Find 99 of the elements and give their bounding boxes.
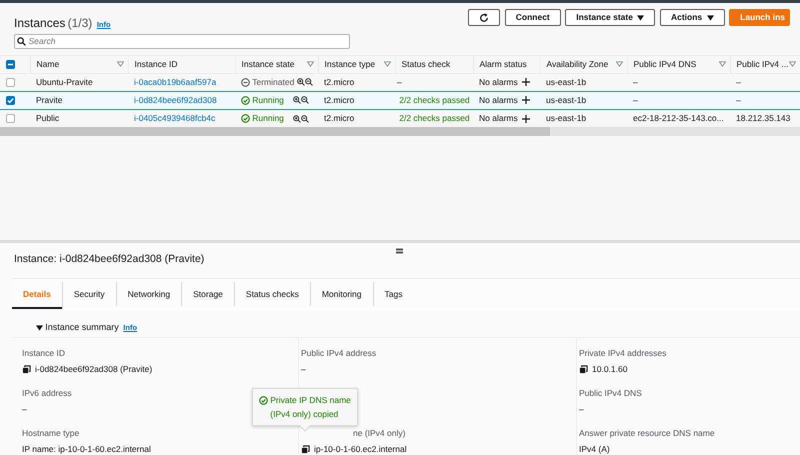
dropdown-button[interactable]: Instance state <box>565 9 656 26</box>
zoom-in-icon[interactable] <box>292 114 300 122</box>
copy-icon[interactable] <box>579 364 588 374</box>
sort-icon[interactable] <box>718 61 726 68</box>
table-cell: 18.212.35.143 <box>736 113 790 124</box>
column-header[interactable]: Status check <box>402 58 450 71</box>
column-header[interactable]: Name <box>36 58 60 71</box>
column-header[interactable]: Alarm status <box>480 58 527 71</box>
search-field[interactable]: Search <box>14 34 350 49</box>
column-header[interactable]: Instance ID <box>134 58 178 71</box>
refresh-button[interactable] <box>468 9 500 26</box>
caret-icon <box>706 14 714 20</box>
sort-icon[interactable] <box>384 61 390 68</box>
table-cell: – <box>633 76 638 87</box>
table-cell: Pravite <box>36 94 62 105</box>
dropdown-button[interactable]: Actions <box>660 9 725 26</box>
table-cell: – <box>736 94 741 105</box>
field-value: IP name: ip-10-0-1-60.ec2.internal <box>22 443 151 455</box>
field-value: IPv4 (A) <box>579 443 610 455</box>
table-cell: us-east-1b <box>546 94 586 105</box>
field-value: – <box>22 403 27 416</box>
copy-icon[interactable] <box>301 444 310 454</box>
zoom-out-icon[interactable] <box>304 78 313 86</box>
caret-icon <box>637 14 644 20</box>
add-icon[interactable] <box>522 114 530 122</box>
status-text: Terminated <box>252 76 294 89</box>
table-cell: No alarms <box>479 76 518 89</box>
row-checkbox[interactable] <box>6 96 15 106</box>
tab[interactable]: Networking <box>116 282 182 306</box>
table-cell: t2.micro <box>324 94 354 105</box>
row-checkbox[interactable] <box>6 114 15 124</box>
tab[interactable]: Status checks <box>234 282 311 306</box>
field-value: 10.0.1.60 <box>592 363 628 376</box>
checkmark-icon <box>6 96 15 106</box>
column-header[interactable]: Instance state <box>242 58 294 71</box>
field-label: IPv6 address <box>22 387 72 400</box>
add-icon[interactable] <box>522 78 530 86</box>
field-label: Answer private resource DNS name <box>579 427 715 440</box>
horizontal-scrollbar[interactable] <box>0 127 800 136</box>
instance-id-link[interactable]: i-0aca0b19b6aaf597a <box>134 76 216 87</box>
sort-icon[interactable] <box>788 61 796 68</box>
column-header[interactable]: Public IPv4 ... <box>736 58 788 71</box>
field-label: Hostname type <box>22 427 80 440</box>
tab[interactable]: Storage <box>182 282 235 306</box>
table-cell: t2.micro <box>324 113 354 124</box>
column-header[interactable]: Availability Zone <box>546 58 608 71</box>
tab[interactable]: Security <box>62 282 117 306</box>
details-title: Instance: i-0d824bee6f92ad308 (Pravite) <box>14 252 204 267</box>
row-checkbox[interactable] <box>6 78 15 88</box>
table-cell: us-east-1b <box>546 113 586 124</box>
table-cell: Public <box>36 113 60 124</box>
table-cell: ec2-18-212-35-143.co... <box>633 113 724 124</box>
field-value: i-0d824bee6f92ad308 (Pravite) <box>35 363 152 376</box>
section-title[interactable]: Instance summary <box>45 320 119 334</box>
tab[interactable]: Tags <box>374 282 414 306</box>
field-label: ne (IPv4 only) <box>353 427 406 440</box>
sort-icon[interactable] <box>616 61 622 68</box>
zoom-in-icon[interactable] <box>292 96 300 104</box>
tab[interactable]: Monitoring <box>310 282 374 306</box>
field-label: Public IPv4 address <box>301 347 376 360</box>
table-cell: No alarms <box>479 112 518 125</box>
status-text: Running <box>252 94 285 107</box>
drag-handle-icon[interactable] <box>396 248 403 254</box>
table-cell: us-east-1b <box>546 76 586 87</box>
zoom-in-icon[interactable] <box>296 78 305 86</box>
table-cell: No alarms <box>479 94 518 107</box>
table-cell: t2.micro <box>324 76 354 87</box>
field-value: – <box>301 363 306 376</box>
field-label: Public IPv4 DNS <box>579 387 642 400</box>
refresh-icon <box>479 12 490 23</box>
check-circle-icon <box>259 396 268 405</box>
connect-button[interactable]: Connect <box>504 9 561 26</box>
tooltip-text: Private IP DNS name (IPv4 only) copied <box>270 394 351 421</box>
column-header[interactable]: Instance type <box>324 58 376 71</box>
search-icon <box>17 36 26 46</box>
status-text: 2/2 checks passed <box>399 112 470 125</box>
copy-icon[interactable] <box>22 364 31 374</box>
table-cell: Ubuntu-Pravite <box>36 76 93 87</box>
caret-icon[interactable] <box>36 324 43 330</box>
zoom-out-icon[interactable] <box>300 114 308 122</box>
field-label: Instance ID <box>22 347 65 360</box>
field-label: Private IPv4 addresses <box>579 347 666 360</box>
column-header[interactable]: Public IPv4 DNS <box>634 58 696 71</box>
add-icon[interactable] <box>522 96 530 104</box>
zoom-out-icon[interactable] <box>300 96 308 104</box>
field-value: – <box>579 403 584 416</box>
field-value: ip-10-0-1-60.ec2.internal <box>314 443 407 455</box>
page-title: Instances <box>14 14 66 32</box>
select-all-checkbox[interactable] <box>6 60 15 70</box>
status-text: 2/2 checks passed <box>399 94 470 107</box>
selection-count: (1/3) <box>68 14 92 32</box>
instance-id-link[interactable]: i-0405c4939468fcb4c <box>134 113 216 124</box>
table-cell: – <box>633 94 638 105</box>
sort-icon[interactable] <box>116 61 124 68</box>
status-text: – <box>397 76 402 89</box>
table-cell: – <box>736 76 741 87</box>
sort-icon[interactable] <box>306 61 314 68</box>
status-text: Running <box>252 112 285 125</box>
search-input[interactable]: Search <box>28 34 328 48</box>
